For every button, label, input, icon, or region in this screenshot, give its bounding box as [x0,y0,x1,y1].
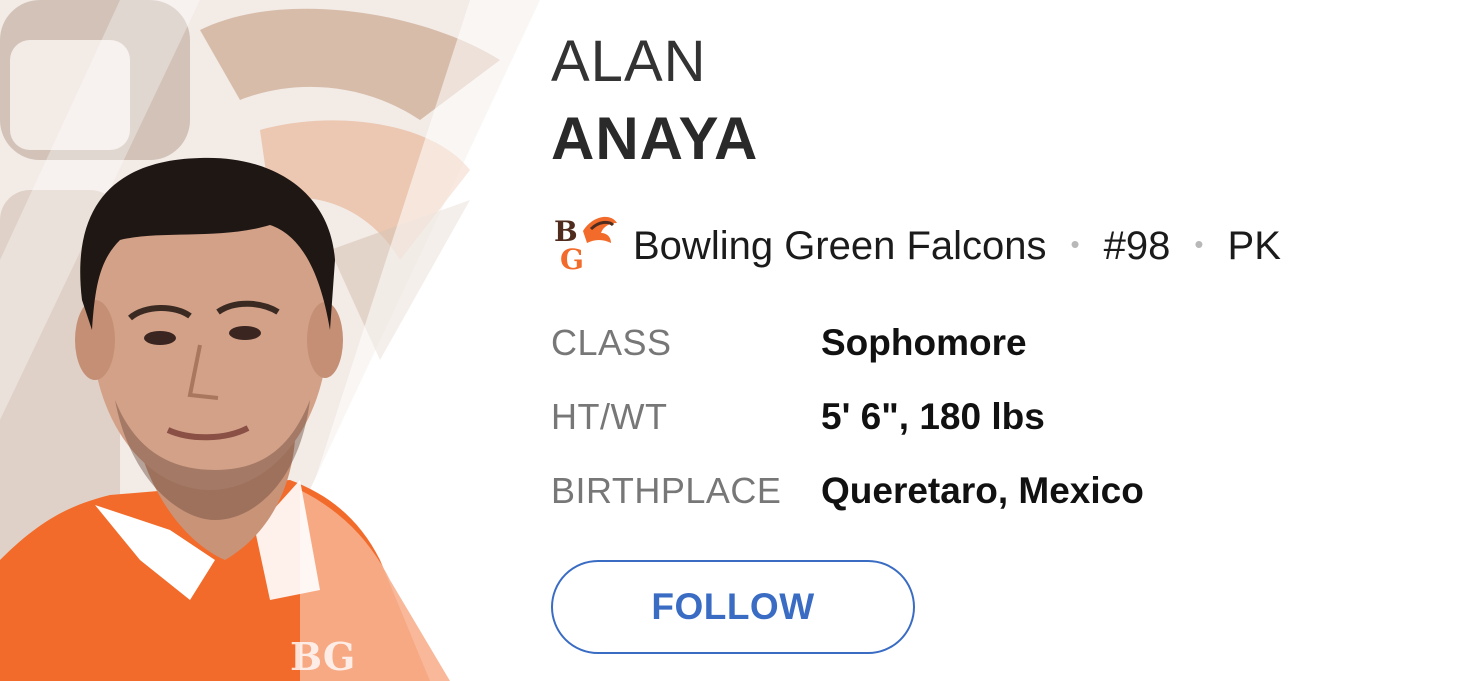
svg-text:BG: BG [290,634,355,679]
detail-label: HT/WT [551,396,668,437]
player-last-name: ANAYA [551,105,759,172]
detail-label: CLASS [551,322,672,363]
player-headshot: BG [0,0,540,681]
team-row: B G Bowling Green Falcons • #98 • PK [551,214,1281,278]
svg-text:G: G [560,243,584,273]
detail-value: Sophomore [821,322,1027,363]
detail-row-class: CLASS Sophomore [551,318,1027,368]
detail-row-birthplace: BIRTHPLACE Queretaro, Mexico [551,466,1144,516]
team-name[interactable]: Bowling Green Falcons [633,224,1047,269]
bowling-green-logo-icon[interactable]: B G [551,209,633,283]
player-position: PK [1227,223,1281,268]
separator-dot: • [1194,228,1204,259]
player-hero-image: BG [0,0,540,681]
follow-button[interactable]: FOLLOW [551,560,915,654]
detail-label: BIRTHPLACE [551,470,782,511]
detail-value: Queretaro, Mexico [821,470,1144,511]
detail-row-ht-wt: HT/WT 5' 6", 180 lbs [551,392,1045,442]
player-first-name: ALAN [551,29,707,94]
jersey-number: #98 [1103,223,1171,268]
separator-dot: • [1070,228,1080,259]
detail-value: 5' 6", 180 lbs [821,396,1045,437]
